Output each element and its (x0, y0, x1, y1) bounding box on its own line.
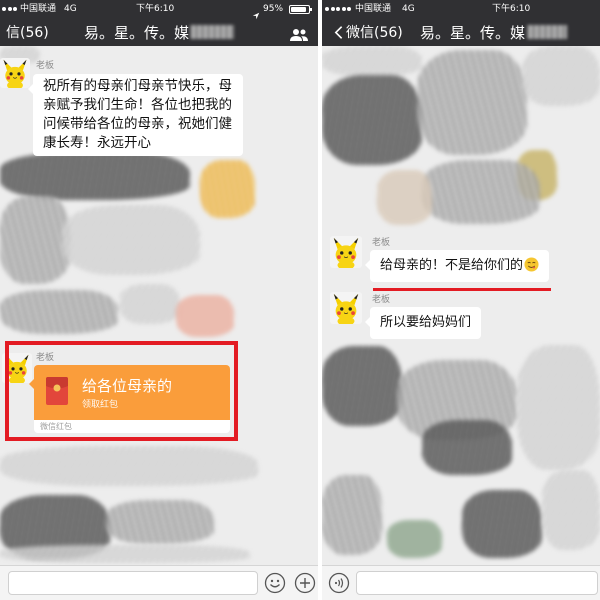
clock-time: 下午6:10 (492, 4, 531, 14)
sender-name: 老板 (372, 238, 391, 248)
redaction-scribble (462, 490, 542, 558)
signal-dot (347, 7, 352, 11)
location-arrow-icon (252, 5, 260, 20)
chevron-left-icon[interactable] (334, 25, 343, 40)
chat-title: 易。星。传。媒 (420, 24, 526, 42)
red-underline-annotation (373, 288, 551, 291)
signal-dot (330, 7, 335, 11)
signal-dot (336, 7, 341, 11)
pikachu-avatar[interactable] (330, 236, 362, 268)
redaction-scribble (322, 46, 422, 76)
signal-strength-icon (325, 7, 352, 12)
left-chat-screen: 中国联通 4G 下午6:10 95% 信(56) 易。星。传。媒 老板 祝所有的… (0, 0, 318, 600)
redaction-scribble (176, 295, 234, 337)
sender-name: 老板 (372, 295, 391, 305)
redaction-scribble (422, 160, 540, 224)
signal-dot (2, 7, 6, 11)
back-button[interactable]: 信(56) (6, 24, 49, 42)
input-bar (0, 565, 318, 600)
network-type: 4G (64, 4, 77, 14)
redaction-scribble (387, 520, 442, 558)
redaction-scribble (0, 545, 250, 563)
redaction-scribble (200, 160, 255, 218)
red-highlight-box (5, 341, 238, 441)
yum-face-emoji-icon (524, 257, 539, 272)
group-members-icon[interactable] (289, 27, 309, 41)
carrier-name: 中国联通 (355, 4, 392, 14)
header-redaction-scribble (527, 25, 567, 39)
message-input[interactable] (356, 571, 598, 595)
clock-time: 下午6:10 (136, 4, 175, 14)
signal-dot (325, 7, 329, 11)
input-bar (322, 565, 600, 600)
top-bar: 中国联通 4G 下午6:10 微信(56) 易。星。传。媒 (322, 0, 600, 46)
pikachu-avatar[interactable] (0, 58, 30, 88)
signal-strength-icon (2, 7, 18, 12)
plus-circle-icon[interactable] (294, 572, 316, 594)
redaction-scribble (522, 46, 600, 106)
battery-percent: 95% (263, 4, 284, 14)
text-message-bubble: 祝所有的母亲们母亲节快乐，母亲赋予我们生命！各位也把我的问候带给各位的母亲，祝她… (28, 74, 243, 156)
carrier-name: 中国联通 (20, 4, 57, 14)
text-message-bubble: 所以要给妈妈们 (364, 307, 482, 339)
chat-title: 易。星。传。媒 (84, 24, 190, 42)
redaction-scribble (422, 420, 512, 475)
redaction-scribble (0, 152, 190, 200)
redaction-scribble (120, 284, 180, 324)
signal-dot (341, 7, 346, 11)
text-message-bubble: 给母亲的！不是给你们的 (364, 250, 550, 282)
back-button[interactable]: 微信(56) (346, 24, 403, 42)
redaction-scribble (322, 75, 422, 165)
voice-input-icon[interactable] (328, 572, 350, 594)
redaction-scribble (62, 205, 200, 275)
redaction-scribble (322, 346, 402, 426)
message-input[interactable] (8, 571, 258, 595)
redaction-scribble (0, 196, 70, 284)
redaction-scribble (517, 345, 600, 470)
redaction-scribble (417, 50, 527, 155)
redaction-scribble (377, 170, 432, 225)
pikachu-avatar[interactable] (330, 292, 362, 324)
battery-icon (289, 5, 312, 14)
redaction-scribble (542, 470, 600, 550)
message-text: 给母亲的！不是给你们的 (380, 258, 524, 273)
signal-dot (7, 7, 12, 11)
top-bar: 中国联通 4G 下午6:10 95% 信(56) 易。星。传。媒 (0, 0, 318, 46)
header-redaction-scribble (190, 25, 234, 39)
smiley-icon[interactable] (264, 572, 286, 594)
redaction-scribble (322, 475, 382, 555)
network-type: 4G (402, 4, 415, 14)
redaction-scribble (0, 290, 118, 334)
signal-dot (13, 7, 18, 11)
redaction-scribble (106, 500, 214, 544)
right-chat-screen: 中国联通 4G 下午6:10 微信(56) 易。星。传。媒 老板 给母亲的！不是… (322, 0, 600, 600)
redaction-scribble (0, 446, 258, 486)
sender-name: 老板 (36, 61, 55, 71)
